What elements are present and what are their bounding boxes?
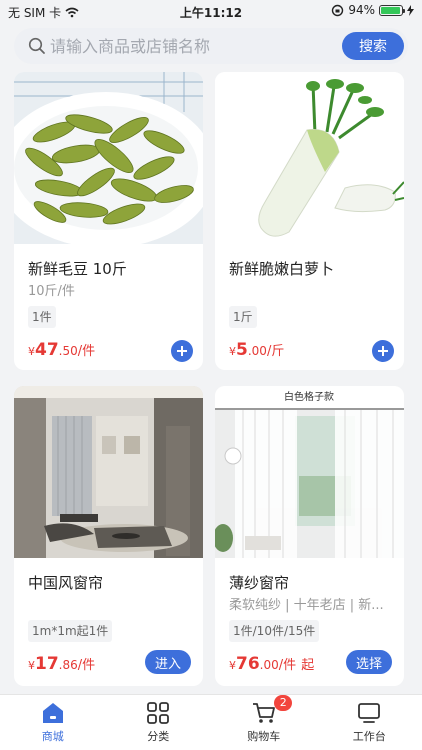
spec-tag: 1件: [28, 306, 56, 328]
select-button[interactable]: 选择: [345, 650, 392, 674]
status-bar: 无 SIM 卡 上午11:12 94%: [0, 0, 422, 24]
price-integer: 76: [236, 654, 260, 674]
tab-bar: 商城 分类 2 购物车 工作台: [0, 694, 422, 750]
enter-button[interactable]: 进入: [144, 650, 191, 674]
price-decimal: .86: [58, 658, 78, 672]
add-to-cart-button[interactable]: [372, 340, 394, 362]
price-integer: 47: [35, 340, 59, 360]
add-to-cart-button[interactable]: [171, 340, 193, 362]
price-unit: /件: [77, 344, 96, 359]
price-currency: ¥: [28, 345, 35, 358]
product-grid: 新鲜毛豆 10斤 10斤/件 1件 ¥47.50/件 新鲜脆嫩白萝卜 1斤 ¥5…: [0, 70, 422, 694]
product-card[interactable]: 新鲜脆嫩白萝卜 1斤 ¥5.00/斤: [215, 72, 404, 370]
price-currency: ¥: [28, 659, 35, 672]
product-title: 薄纱窗帘: [229, 574, 290, 592]
grid-icon: [147, 702, 170, 724]
search-input[interactable]: [50, 28, 340, 64]
price-currency: ¥: [229, 659, 236, 672]
product-price: ¥76.00/件 起: [229, 654, 314, 674]
tab-cart[interactable]: 2 购物车: [211, 695, 317, 750]
product-card[interactable]: 白色格子款 薄纱窗帘 柔软纯纱 | 十年老店 | 新... 1件/10件/15件…: [215, 386, 404, 686]
search-button[interactable]: 搜索: [342, 32, 404, 60]
battery-icon: [379, 4, 405, 16]
price-unit: /件: [77, 658, 96, 673]
product-image-daikon-radish: [215, 72, 404, 244]
status-right: 94%: [331, 3, 414, 17]
spec-tag: 1件/10件/15件: [229, 620, 320, 642]
product-price: ¥5.00/斤: [229, 340, 284, 360]
product-card[interactable]: 中国风窗帘 1m*1m起1件 ¥17.86/件 进入: [14, 386, 203, 686]
product-price: ¥47.50/件: [28, 340, 95, 360]
tab-label: 商城: [41, 730, 64, 743]
product-card[interactable]: 新鲜毛豆 10斤 10斤/件 1件 ¥47.50/件: [14, 72, 203, 370]
image-caption-text: 白色格子款: [284, 390, 334, 403]
price-decimal: .00: [247, 344, 267, 358]
product-image-sheer-curtain: 白色格子款: [215, 386, 404, 558]
battery-percent: 94%: [348, 3, 375, 17]
tab-label: 分类: [147, 730, 170, 743]
price-unit: /斤: [266, 344, 285, 359]
price-currency: ¥: [229, 345, 236, 358]
spec-tag: 1斤: [229, 306, 257, 328]
product-image-living-room-curtain: [14, 386, 203, 558]
product-price: ¥17.86/件: [28, 654, 95, 674]
product-subtitle: 10斤/件: [28, 284, 75, 299]
rotation-lock-icon: [332, 4, 344, 16]
product-title: 新鲜毛豆 10斤: [28, 260, 127, 278]
product-image-edamame: [14, 72, 203, 244]
search-icon: [28, 37, 45, 54]
spec-tag: 1m*1m起1件: [28, 620, 113, 642]
charging-icon: [407, 4, 414, 16]
price-suffix: 起: [301, 658, 315, 673]
monitor-icon: [358, 703, 381, 723]
tab-label: 购物车: [247, 730, 281, 743]
tab-category[interactable]: 分类: [106, 695, 212, 750]
price-decimal: .50: [58, 344, 78, 358]
tab-mall[interactable]: 商城: [0, 695, 106, 750]
home-icon: [42, 703, 63, 723]
tab-workbench[interactable]: 工作台: [317, 695, 422, 750]
product-title: 新鲜脆嫩白萝卜: [229, 260, 335, 278]
price-integer: 5: [236, 340, 248, 360]
product-subtitle: 柔软纯纱 | 十年老店 | 新...: [229, 598, 384, 613]
search-bar: 搜索: [14, 28, 408, 64]
tab-label: 工作台: [352, 730, 386, 743]
price-decimal: .00: [259, 658, 279, 672]
price-unit: /件: [278, 658, 297, 673]
cart-icon: [252, 703, 275, 723]
price-integer: 17: [35, 654, 59, 674]
product-title: 中国风窗帘: [28, 574, 104, 592]
cart-badge: 2: [274, 695, 293, 711]
